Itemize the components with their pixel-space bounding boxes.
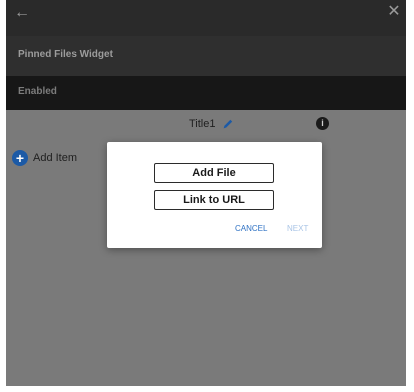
- status-row[interactable]: Enabled: [6, 76, 406, 110]
- widget-title: Title1: [189, 118, 216, 130]
- link-to-url-button[interactable]: Link to URL: [154, 190, 274, 210]
- add-file-button[interactable]: Add File: [154, 163, 274, 183]
- plus-circle-icon: +: [12, 150, 28, 166]
- widget-type-label: Pinned Files Widget: [18, 49, 113, 60]
- arrow-left-icon[interactable]: ←: [14, 5, 30, 21]
- app-bar: ← ✕: [6, 0, 406, 36]
- pencil-icon[interactable]: [222, 118, 234, 130]
- app-frame: ← ✕ Pinned Files Widget Enabled Title1 i…: [6, 0, 406, 386]
- close-icon[interactable]: ✕: [386, 4, 402, 20]
- status-label: Enabled: [18, 86, 57, 97]
- add-item-dialog: Add File Link to URL CANCEL NEXT: [107, 142, 322, 248]
- info-icon[interactable]: i: [316, 117, 329, 130]
- add-item-label: Add Item: [33, 152, 78, 164]
- widget-type-header: Pinned Files Widget: [6, 36, 406, 76]
- next-button[interactable]: NEXT: [287, 224, 308, 234]
- cancel-button[interactable]: CANCEL: [235, 224, 267, 234]
